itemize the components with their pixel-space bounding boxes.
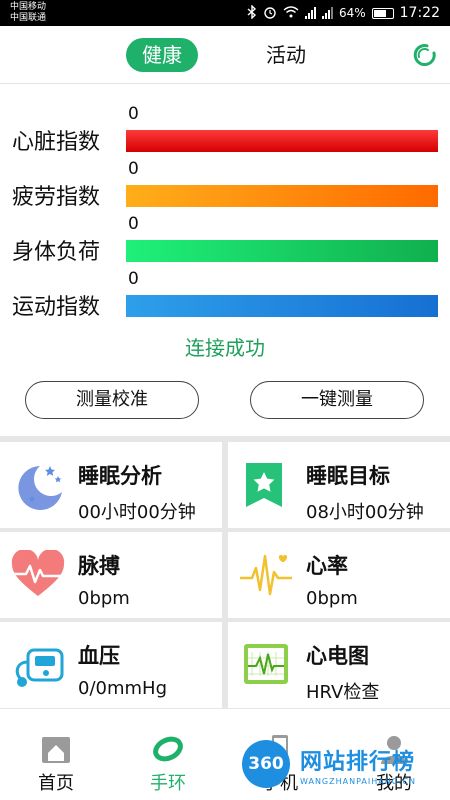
card-value: 00小时00分钟 [78, 502, 196, 523]
card-title: 睡眠分析 [78, 464, 162, 488]
nav-item-home[interactable]: 首页 [0, 709, 112, 800]
moon-stars-icon [10, 460, 66, 510]
load-index-bar [126, 240, 438, 262]
card-title: 心率 [306, 554, 348, 578]
card-title: 睡眠目标 [306, 464, 390, 488]
status-indicators: 64% 17:22 [247, 0, 440, 26]
card-value: 08小时00分钟 [306, 502, 424, 523]
watermark-badge: 360 [242, 740, 290, 788]
card-value: 0bpm [78, 588, 130, 609]
index-label: 疲劳指数 [12, 185, 101, 210]
alarm-icon [263, 5, 277, 22]
tab-activity[interactable]: 活动 [250, 38, 322, 72]
index-row-fatigue: 0 疲劳指数 [0, 159, 450, 215]
card-title: 血压 [78, 644, 120, 668]
nav-label: 首页 [38, 773, 74, 794]
index-label: 运动指数 [12, 295, 101, 320]
tab-health[interactable]: 健康 [126, 38, 198, 72]
index-row-heart: 0 心脏指数 [0, 104, 450, 160]
card-sleep-goal[interactable]: 睡眠目标 08小时00分钟 [228, 442, 450, 528]
wifi-icon [283, 5, 299, 21]
feature-grid: 睡眠分析 00小时00分钟 睡眠目标 08小时00分钟 脉搏 0bpm 心率 0… [0, 436, 450, 708]
card-sleep-analysis[interactable]: 睡眠分析 00小时00分钟 [0, 442, 222, 528]
watermark-subtitle: WANGZHANPAIHANG.CN [300, 777, 417, 786]
index-value: 0 [128, 214, 139, 234]
battery-icon [371, 7, 394, 19]
connection-status: 连接成功 [185, 336, 265, 360]
status-bar: 中国移动 中国联通 64% 17:22 [0, 0, 450, 26]
signal-2-icon [321, 7, 333, 19]
card-heart-rate[interactable]: 心率 0bpm [228, 532, 450, 618]
index-label: 心脏指数 [12, 130, 101, 155]
nav-label: 手环 [150, 773, 186, 794]
index-row-load: 0 身体负荷 [0, 214, 450, 270]
card-value: 0bpm [306, 588, 358, 609]
index-label: 身体负荷 [12, 240, 101, 265]
watermark-logo: 360 网站排行榜 WANGZHANPAIHANG.CN [242, 740, 450, 800]
clock: 17:22 [399, 5, 440, 21]
index-row-exercise: 0 运动指数 [0, 269, 450, 325]
blood-pressure-icon [10, 640, 66, 690]
heart-index-bar [126, 130, 438, 152]
nav-item-band[interactable]: 手环 [112, 709, 224, 800]
signal-1-icon [304, 7, 316, 19]
card-pulse[interactable]: 脉搏 0bpm [0, 532, 222, 618]
bluetooth-icon [247, 3, 257, 22]
header: 健康 活动 [0, 26, 450, 84]
heartbeat-wave-icon [238, 550, 294, 600]
card-value: 0/0mmHg [78, 678, 167, 699]
carrier-primary: 中国移动 [10, 2, 47, 12]
carrier-secondary: 中国联通 [10, 13, 47, 23]
card-blood-pressure[interactable]: 血压 0/0mmHg [0, 622, 222, 708]
battery-percent: 64% [338, 6, 366, 20]
watermark-title: 网站排行榜 [300, 750, 416, 775]
card-value: HRV检查 [306, 682, 380, 703]
card-ecg[interactable]: 心电图 HRV检查 [228, 622, 450, 708]
calibrate-button[interactable]: 测量校准 [25, 381, 199, 419]
star-bookmark-icon [238, 460, 294, 510]
index-value: 0 [128, 159, 139, 179]
heart-pulse-icon [10, 548, 66, 600]
home-icon [40, 733, 72, 765]
carrier-info: 中国移动 中国联通 [10, 2, 46, 24]
card-title: 脉搏 [78, 554, 120, 578]
measure-button[interactable]: 一键测量 [250, 381, 424, 419]
band-icon [152, 733, 184, 765]
ecg-monitor-icon [238, 640, 294, 690]
exercise-index-bar [126, 295, 438, 317]
fatigue-index-bar [126, 185, 438, 207]
index-value: 0 [128, 104, 139, 124]
card-title: 心电图 [306, 644, 369, 668]
index-value: 0 [128, 269, 139, 289]
sync-icon[interactable] [412, 42, 438, 68]
